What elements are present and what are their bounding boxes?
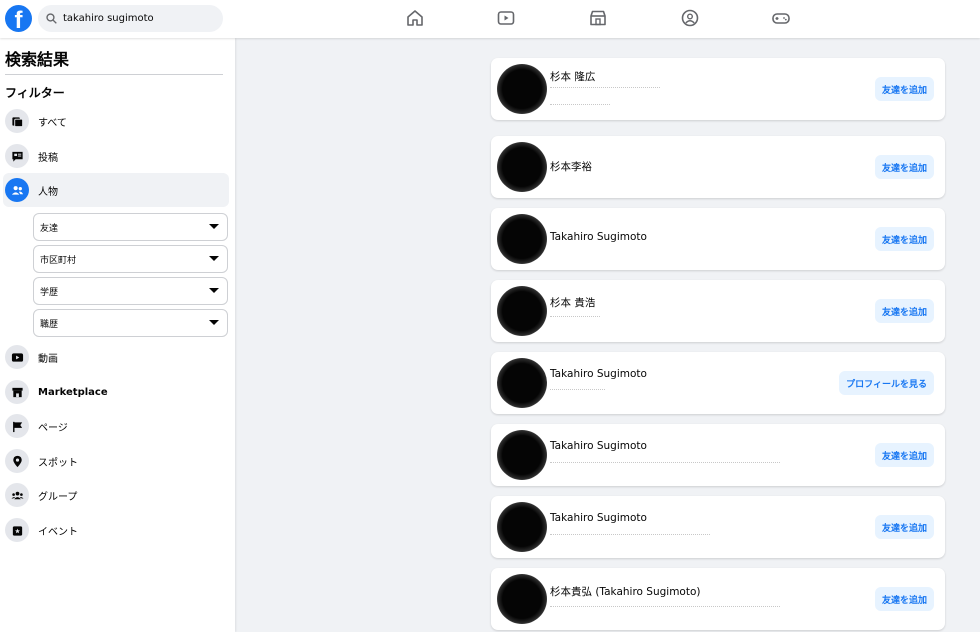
person-name[interactable]: 杉本李裕: [550, 159, 592, 174]
sidebar-item-label: イベント: [38, 526, 78, 538]
posts-icon: [5, 144, 29, 168]
dropdown-label: 友達: [40, 223, 59, 234]
location-pin-icon: [5, 449, 29, 473]
add-friend-button[interactable]: 友達を追加: [874, 227, 934, 251]
avatar[interactable]: [497, 574, 547, 624]
marketplace-icon: [5, 380, 29, 404]
add-friend-button[interactable]: 友達を追加: [874, 77, 934, 101]
video-icon: [5, 345, 29, 369]
sidebar-item-label: スポット: [38, 457, 78, 469]
sidebar-item-videos[interactable]: 動画: [3, 340, 229, 374]
person-name[interactable]: 杉本 隆広: [550, 69, 595, 84]
person-name[interactable]: Takahiro Sugimoto: [550, 368, 647, 380]
person-result-card[interactable]: 杉本 隆広 友達を追加: [491, 58, 945, 120]
sidebar-item-all[interactable]: すべて: [3, 104, 229, 138]
add-friend-button[interactable]: 友達を追加: [874, 299, 934, 323]
add-friend-button[interactable]: 友達を追加: [874, 515, 934, 539]
person-result-card[interactable]: 杉本 貴浩 友達を追加: [491, 280, 945, 342]
dropdown-label: 市区町村: [40, 255, 77, 266]
redacted-detail-line: [550, 316, 600, 317]
add-friend-button[interactable]: 友達を追加: [874, 155, 934, 179]
person-result-card[interactable]: Takahiro Sugimoto 友達を追加: [491, 424, 945, 486]
friends-filter-dropdown[interactable]: 友達: [33, 213, 228, 241]
search-icon: [46, 13, 57, 24]
sidebar-item-label: 投稿: [38, 152, 58, 164]
sidebar-item-groups[interactable]: グループ: [3, 478, 229, 512]
person-name[interactable]: Takahiro Sugimoto: [550, 231, 647, 243]
sidebar-item-label: ページ: [38, 422, 68, 434]
sidebar-item-label: 人物: [38, 186, 58, 198]
sidebar-item-label: すべて: [38, 117, 67, 129]
avatar[interactable]: [497, 64, 547, 114]
redacted-detail-line: [550, 606, 780, 607]
caret-down-icon: [209, 320, 219, 325]
view-profile-button[interactable]: プロフィールを見る: [839, 371, 934, 395]
person-result-card[interactable]: Takahiro Sugimoto 友達を追加: [491, 208, 945, 270]
person-name[interactable]: Takahiro Sugimoto: [550, 512, 647, 524]
dropdown-label: 学歴: [40, 287, 59, 298]
avatar[interactable]: [497, 430, 547, 480]
caret-down-icon: [209, 256, 219, 261]
filters-heading: フィルター: [5, 86, 65, 100]
sidebar-item-pages[interactable]: ページ: [3, 409, 229, 443]
sidebar-item-label: 動画: [38, 353, 58, 365]
flag-icon: [5, 414, 29, 438]
home-icon[interactable]: [405, 8, 425, 28]
education-filter-dropdown[interactable]: 学歴: [33, 277, 228, 305]
redacted-detail-line: [550, 87, 660, 88]
sidebar-item-label: グループ: [38, 491, 78, 503]
avatar[interactable]: [497, 142, 547, 192]
person-result-card[interactable]: 杉本李裕 友達を追加: [491, 136, 945, 198]
redacted-detail-line: [550, 534, 710, 535]
work-filter-dropdown[interactable]: 職歴: [33, 309, 228, 337]
dropdown-label: 職歴: [40, 319, 59, 330]
redacted-detail-line: [550, 104, 610, 105]
redacted-detail-line: [550, 462, 780, 463]
redacted-detail-line: [550, 389, 605, 390]
sidebar-item-people[interactable]: 人物: [3, 173, 229, 207]
caret-down-icon: [209, 224, 219, 229]
add-friend-button[interactable]: 友達を追加: [874, 587, 934, 611]
person-result-card[interactable]: Takahiro Sugimoto 友達を追加: [491, 496, 945, 558]
top-navigation-bar: f: [0, 0, 980, 38]
people-icon: [5, 178, 29, 202]
search-box[interactable]: [38, 5, 223, 32]
search-filters-sidebar: 検索結果 フィルター すべて 投稿 人物 友達 市区町村 学歴 職歴 動画 Ma…: [0, 38, 235, 632]
sidebar-item-marketplace[interactable]: Marketplace: [3, 375, 229, 409]
facebook-logo-icon[interactable]: f: [5, 5, 32, 32]
page-title: 検索結果: [5, 50, 70, 69]
feed-icon: [5, 109, 29, 133]
gaming-icon[interactable]: [771, 8, 791, 28]
person-name[interactable]: Takahiro Sugimoto: [550, 440, 647, 452]
add-friend-button[interactable]: 友達を追加: [874, 443, 934, 467]
avatar[interactable]: [497, 502, 547, 552]
city-filter-dropdown[interactable]: 市区町村: [33, 245, 228, 273]
sidebar-item-events[interactable]: イベント: [3, 513, 229, 547]
sidebar-item-label: Marketplace: [38, 386, 108, 398]
groups-icon[interactable]: [680, 8, 700, 28]
sidebar-item-places[interactable]: スポット: [3, 444, 229, 478]
person-result-card[interactable]: Takahiro Sugimoto プロフィールを見る: [491, 352, 945, 414]
sidebar-item-posts[interactable]: 投稿: [3, 139, 229, 173]
caret-down-icon: [209, 288, 219, 293]
avatar[interactable]: [497, 358, 547, 408]
search-input[interactable]: [63, 13, 213, 24]
groups-icon: [5, 483, 29, 507]
avatar[interactable]: [497, 214, 547, 264]
video-icon[interactable]: [496, 8, 516, 28]
person-name[interactable]: 杉本貴弘 (Takahiro Sugimoto): [550, 584, 701, 599]
event-icon: [5, 518, 29, 542]
divider: [5, 74, 223, 75]
person-result-card[interactable]: 杉本貴弘 (Takahiro Sugimoto) 友達を追加: [491, 568, 945, 630]
marketplace-icon[interactable]: [588, 8, 608, 28]
avatar[interactable]: [497, 286, 547, 336]
person-name[interactable]: 杉本 貴浩: [550, 295, 595, 310]
